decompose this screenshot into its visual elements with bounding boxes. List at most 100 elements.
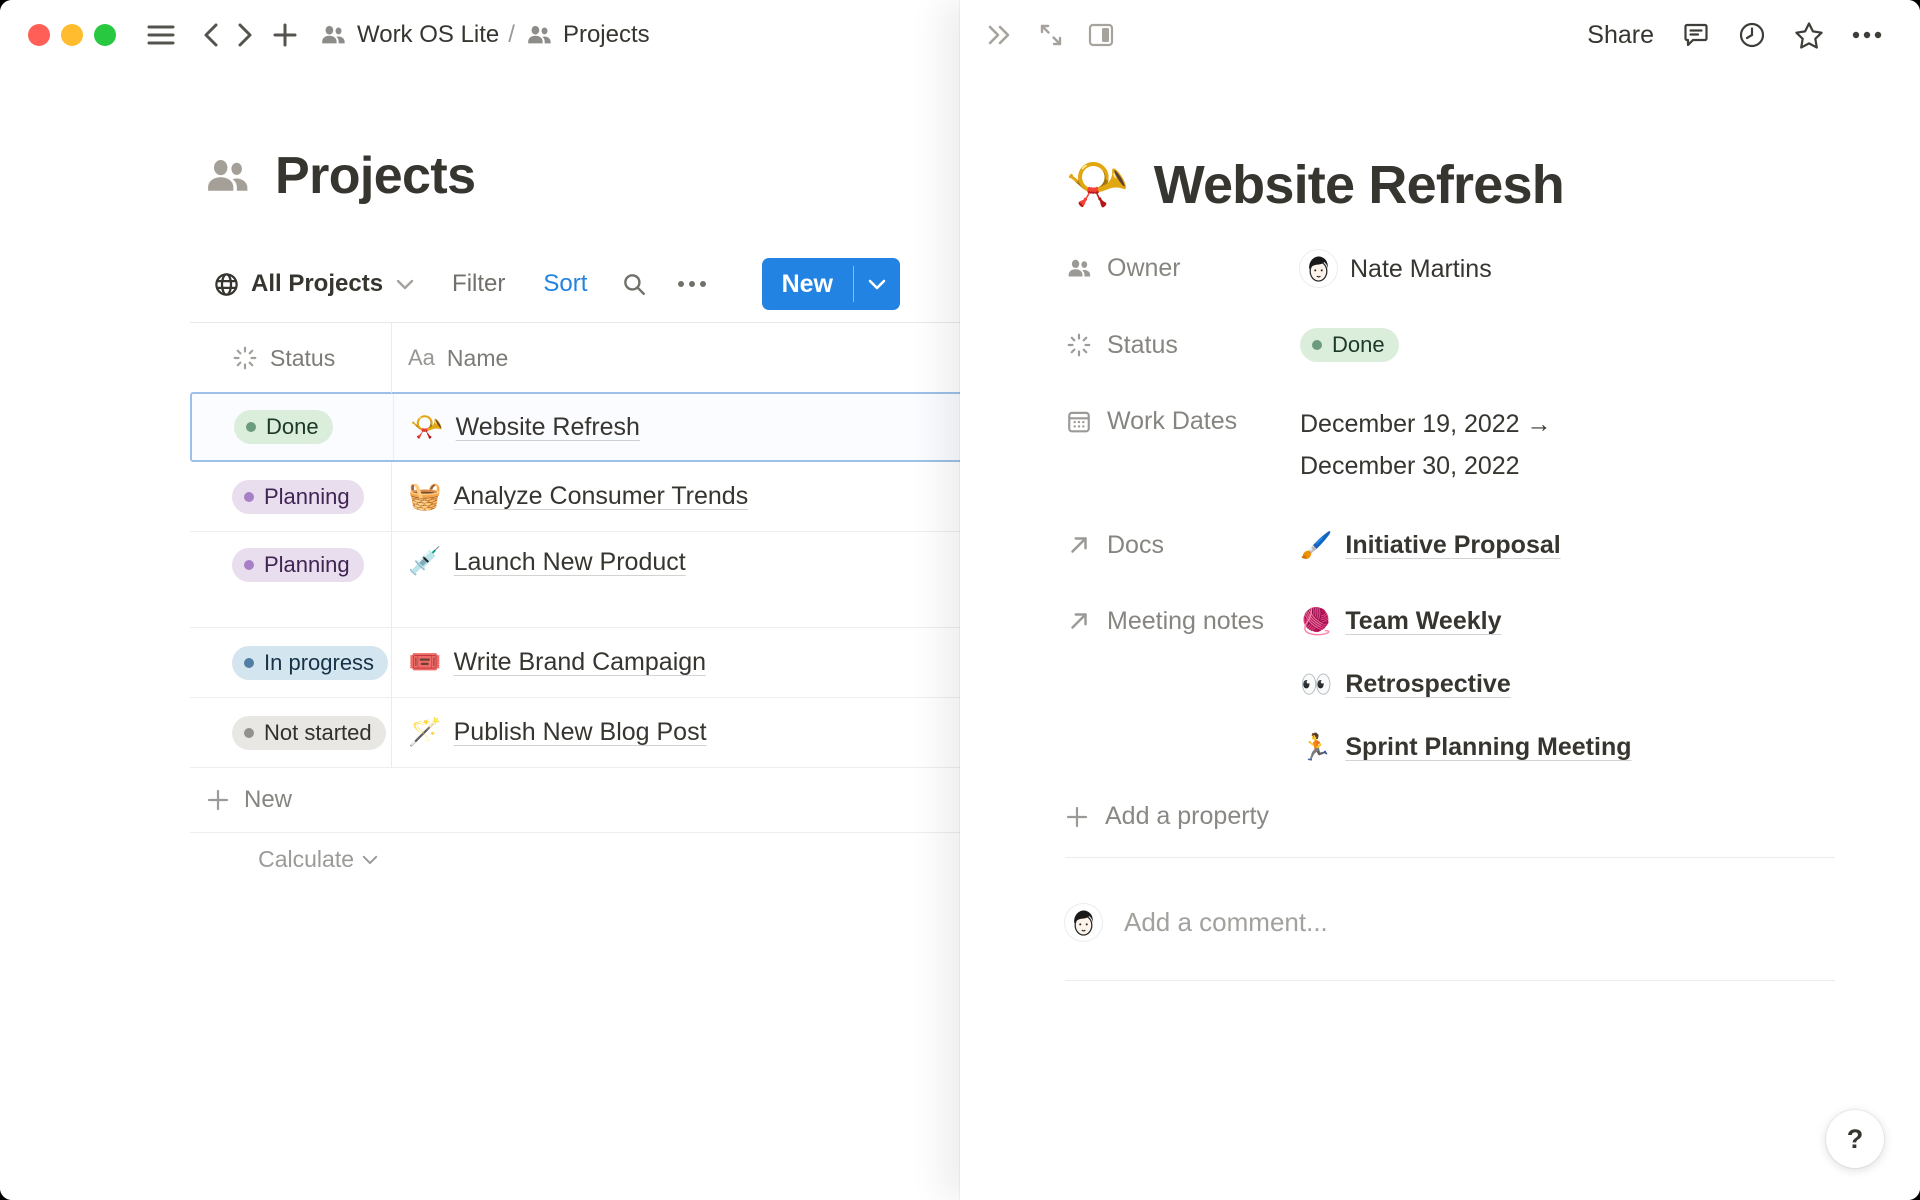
star-icon[interactable]: [1794, 21, 1824, 50]
cell-name[interactable]: 🎟️Write Brand Campaign: [392, 628, 960, 697]
double-chevron-right-icon[interactable]: [986, 23, 1014, 47]
sort-button[interactable]: Sort: [543, 270, 587, 298]
breadcrumb-current[interactable]: Projects: [524, 21, 650, 49]
property-list: Owner Nate Martins StatusDone Work DatesDec…: [1065, 230, 1835, 785]
page-link[interactable]: Publish New Blog Post: [454, 718, 707, 747]
page-title[interactable]: Website Refresh: [1154, 154, 1564, 216]
new-page-icon[interactable]: [272, 22, 298, 48]
page-link[interactable]: Analyze Consumer Trends: [454, 482, 749, 511]
panel-header-left: [986, 22, 1114, 48]
minimize-window-button[interactable]: [61, 24, 83, 46]
page-link[interactable]: Launch New Product: [454, 548, 686, 577]
page-link[interactable]: Write Brand Campaign: [454, 648, 706, 677]
more-options-icon[interactable]: [1852, 31, 1882, 39]
status-label: Planning: [264, 484, 350, 510]
traffic-lights: [28, 24, 116, 46]
status-label: Planning: [264, 552, 350, 578]
status-label: Not started: [264, 720, 372, 746]
page-emoji-icon: 📯: [410, 414, 444, 441]
column-header-status[interactable]: Status: [190, 323, 392, 393]
status-dot: [1312, 340, 1322, 350]
plus-icon: [206, 788, 230, 812]
status-badge[interactable]: Not started: [232, 716, 386, 750]
table-row[interactable]: Planning 💉Launch New Product: [190, 532, 960, 628]
cell-name[interactable]: 🧺Analyze Consumer Trends: [392, 462, 960, 531]
relation-link[interactable]: 👀Retrospective: [1300, 666, 1835, 702]
side-peek-icon[interactable]: [1088, 23, 1114, 47]
page-title-row: 📯 Website Refresh: [1065, 150, 1835, 220]
close-window-button[interactable]: [28, 24, 50, 46]
property-value[interactable]: 🧶Team Weekly 👀Retrospective 🏃Sprint Planni…: [1300, 603, 1835, 765]
table-row[interactable]: Done 📯 Website Refresh: [190, 392, 960, 462]
expand-icon[interactable]: [1038, 22, 1064, 48]
relation-link[interactable]: 🏃Sprint Planning Meeting: [1300, 729, 1835, 765]
back-icon[interactable]: [202, 21, 220, 49]
relation-arrow-icon: [1065, 608, 1093, 634]
status-badge[interactable]: Planning: [232, 480, 364, 514]
page-emoji-icon: 🪄: [408, 719, 442, 746]
window-toolbar: Work OS Lite / Projects: [0, 0, 960, 70]
status-badge[interactable]: Planning: [232, 548, 364, 582]
property-label[interactable]: Status: [1065, 327, 1300, 363]
table-row[interactable]: In progress🎟️Write Brand Campaign: [190, 628, 960, 698]
status-dot: [244, 728, 254, 738]
cell-status[interactable]: In progress: [190, 628, 392, 697]
cell-status[interactable]: Planning: [190, 532, 392, 627]
property-name: Docs: [1107, 527, 1164, 563]
new-entry-dropdown-button[interactable]: [854, 258, 900, 310]
help-button[interactable]: ?: [1826, 1110, 1884, 1168]
table-new-row-label: New: [244, 786, 292, 814]
cell-name[interactable]: 💉Launch New Product: [392, 532, 960, 627]
cell-status[interactable]: Planning: [190, 462, 392, 531]
search-icon[interactable]: [621, 271, 647, 297]
property-value[interactable]: Nate Martins: [1300, 250, 1835, 287]
column-header-name[interactable]: Aa Name: [392, 323, 960, 393]
status-badge[interactable]: Done: [1300, 328, 1399, 362]
new-entry-button[interactable]: New: [762, 258, 853, 310]
view-switcher[interactable]: All Projects: [213, 270, 414, 298]
calculate-button[interactable]: Calculate: [190, 846, 392, 873]
breadcrumb: Work OS Lite / Projects: [318, 21, 650, 49]
property-label[interactable]: Meeting notes: [1065, 603, 1300, 639]
sidebar-menu-icon[interactable]: [146, 22, 176, 48]
relation-link[interactable]: 🖌️Initiative Proposal: [1300, 527, 1835, 563]
chevron-down-icon: [362, 854, 378, 865]
status-badge[interactable]: In progress: [232, 646, 388, 680]
property-value[interactable]: 🖌️Initiative Proposal: [1300, 527, 1835, 563]
add-property-button[interactable]: Add a property: [1065, 785, 1835, 848]
page-emoji-postal-horn[interactable]: 📯: [1065, 159, 1130, 211]
more-options-icon[interactable]: [677, 280, 707, 288]
column-header-status-label: Status: [270, 345, 335, 372]
property-value[interactable]: December 19, 2022 →December 30, 2022: [1300, 403, 1835, 487]
status-dot: [244, 492, 254, 502]
table-row[interactable]: Not started 🪄 Publish New Blog Post: [190, 698, 960, 768]
person-name: Nate Martins: [1350, 251, 1492, 287]
relation-link[interactable]: 🧶Team Weekly: [1300, 603, 1835, 639]
share-button[interactable]: Share: [1587, 21, 1654, 50]
people-icon: [1065, 257, 1093, 280]
table-new-row-button[interactable]: New: [190, 768, 960, 833]
property-label[interactable]: Owner: [1065, 250, 1300, 286]
status-badge[interactable]: Done: [234, 410, 333, 444]
table-header-row: Status Aa Name: [190, 323, 960, 393]
forward-icon[interactable]: [236, 21, 254, 49]
people-icon: [318, 23, 348, 47]
relation-links: 🧶Team Weekly 👀Retrospective 🏃Sprint Planni…: [1300, 603, 1835, 765]
avatar: [1300, 250, 1337, 287]
page-link[interactable]: Website Refresh: [456, 413, 640, 442]
clock-icon[interactable]: [1738, 21, 1766, 49]
add-comment-input[interactable]: Add a comment...: [1124, 907, 1835, 938]
table-row[interactable]: Planning 🧺Analyze Consumer Trends: [190, 462, 960, 532]
cell-name[interactable]: 📯 Website Refresh: [394, 394, 960, 460]
zoom-window-button[interactable]: [94, 24, 116, 46]
cell-status[interactable]: Done: [192, 394, 394, 460]
cell-name[interactable]: 🪄 Publish New Blog Post: [392, 698, 960, 767]
property-label[interactable]: Docs: [1065, 527, 1300, 563]
filter-button[interactable]: Filter: [452, 270, 505, 298]
cell-status[interactable]: Not started: [190, 698, 392, 767]
property-value[interactable]: Done: [1300, 327, 1835, 363]
comment-icon[interactable]: [1682, 21, 1710, 49]
property-label[interactable]: Work Dates: [1065, 403, 1300, 439]
breadcrumb-root-label: Work OS Lite: [357, 21, 499, 49]
breadcrumb-root[interactable]: Work OS Lite: [318, 21, 499, 49]
